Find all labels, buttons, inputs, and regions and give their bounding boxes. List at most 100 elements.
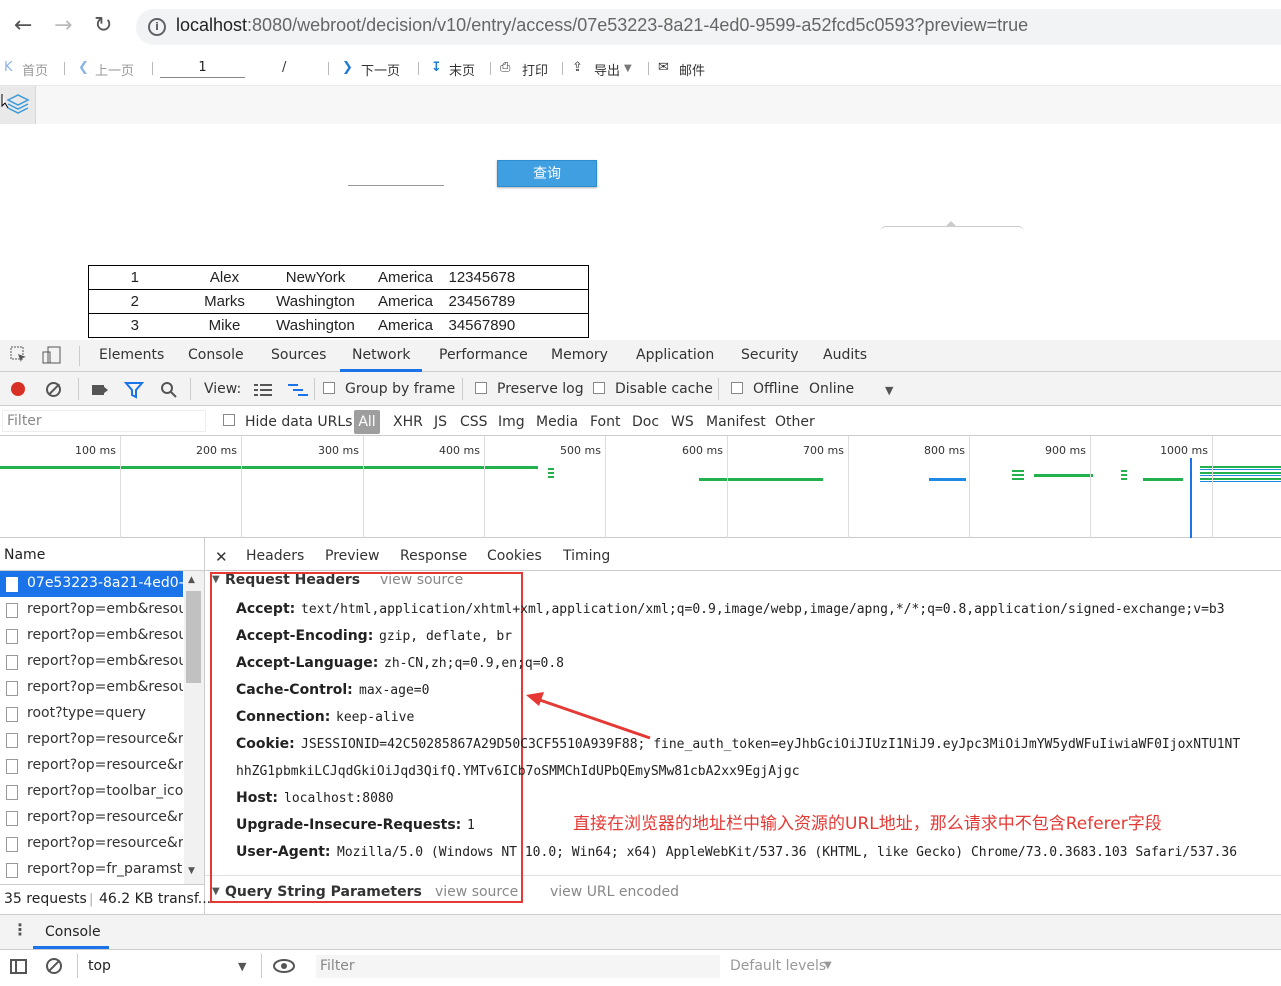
next-page-button[interactable]: 下一页 [361,60,400,79]
throttling-dropdown-icon[interactable]: ▼ [885,384,893,397]
first-page-button[interactable]: 首页 [22,60,48,79]
group-by-frame-checkbox[interactable] [323,382,335,394]
clear-console-icon[interactable] [46,958,62,974]
search-icon[interactable] [160,381,178,403]
type-filter-js[interactable]: JS [434,414,447,430]
chevron-down-icon[interactable]: ▼ [624,63,632,74]
request-row[interactable]: report?op=resource&re [0,805,183,831]
request-row[interactable]: report?op=emb&resou [0,649,183,675]
close-icon[interactable]: ✕ [215,548,228,566]
log-levels-select[interactable]: Default levels [730,958,826,974]
waterfall-icon[interactable] [288,383,308,401]
offline-checkbox[interactable] [731,382,743,394]
request-row[interactable]: report?op=fr_paramstp [0,857,183,883]
request-row[interactable]: report?op=resource&re [0,727,183,753]
context-dropdown-icon[interactable]: ▼ [238,960,246,973]
mail-button[interactable]: 邮件 [679,60,705,79]
type-filter-xhr[interactable]: XHR [393,414,423,430]
view-url-encoded-link[interactable]: view URL encoded [550,884,679,900]
type-filter-media[interactable]: Media [536,414,578,430]
site-info-icon[interactable]: i [148,18,166,36]
page-number-input[interactable]: 1 [160,58,245,78]
layers-button[interactable] [0,86,36,124]
table-cell: Washington [268,289,363,314]
parameter-input[interactable] [348,185,444,186]
tab-network[interactable]: Network [352,347,410,363]
query-button[interactable]: 查询 [497,160,597,187]
request-row[interactable]: report?op=emb&resou [0,623,183,649]
type-filter-manifest[interactable]: Manifest [706,414,766,430]
request-row[interactable]: report?op=emb&resou [0,675,183,701]
console-filter-input[interactable]: Filter [316,955,720,978]
tab-console[interactable]: Console [188,347,244,363]
type-filter-all[interactable]: All [354,410,380,434]
type-filter-img[interactable]: Img [498,414,525,430]
disable-cache-checkbox[interactable] [593,382,605,394]
context-select[interactable]: top [88,958,111,974]
request-row[interactable]: report?op=emb&resou [0,597,183,623]
first-page-icon[interactable]: K [4,60,13,75]
detail-tab-cookies[interactable]: Cookies [487,548,542,564]
next-page-icon[interactable]: ❯ [342,60,353,75]
detail-tab-response[interactable]: Response [400,548,467,564]
device-toolbar-icon[interactable] [42,346,62,368]
scroll-up-icon[interactable]: ▲ [188,575,195,585]
hide-data-urls-checkbox[interactable] [223,414,235,426]
last-page-icon[interactable]: ↧ [431,60,442,75]
preserve-log-checkbox[interactable] [475,382,487,394]
request-row[interactable]: report?op=resource&re [0,753,183,779]
prev-page-icon[interactable]: ❮ [78,60,89,75]
scrollbar-thumb[interactable] [186,591,201,683]
eye-icon[interactable] [273,959,295,977]
name-column-header[interactable]: Name [0,538,205,571]
more-options-icon[interactable]: ⋮ [12,920,28,939]
clear-icon[interactable] [46,382,61,397]
last-page-button[interactable]: 末页 [449,60,475,79]
table-row: 1 Alex NewYork America 12345678 [88,265,589,290]
filter-input[interactable]: Filter [2,410,206,432]
type-filter-font[interactable]: Font [590,414,620,430]
throttling-select[interactable]: Online [809,381,854,397]
forward-icon[interactable]: → [54,0,72,52]
tab-performance[interactable]: Performance [439,347,528,363]
detail-tab-preview[interactable]: Preview [325,548,380,564]
type-filter-css[interactable]: CSS [460,414,488,430]
back-icon[interactable]: ← [14,0,32,52]
prev-page-button[interactable]: 上一页 [95,60,134,79]
type-filter-doc[interactable]: Doc [632,414,659,430]
collapse-handle[interactable] [880,221,1024,234]
timeline-gridline [1090,436,1091,538]
type-filter-other[interactable]: Other [775,414,815,430]
mail-icon[interactable]: ✉ [658,60,669,75]
tab-sources[interactable]: Sources [271,347,326,363]
filter-icon[interactable] [123,381,145,403]
address-bar[interactable]: i localhost:8080/webroot/decision/v10/en… [136,9,1281,45]
detail-tab-timing[interactable]: Timing [563,548,610,564]
timeline-gridline [605,436,606,538]
export-icon[interactable]: ⇪ [572,60,583,75]
tab-audits[interactable]: Audits [823,347,867,363]
printer-icon[interactable]: ⎙ [500,60,510,75]
print-button[interactable]: 打印 [522,60,548,79]
record-icon[interactable] [11,382,25,396]
inspect-element-icon[interactable] [10,346,28,368]
tab-security[interactable]: Security [741,347,799,363]
detail-tab-headers[interactable]: Headers [246,548,304,564]
scroll-down-icon[interactable]: ▼ [188,866,195,876]
request-name: 07e53223-8a21-4ed0-9 [27,575,183,591]
camera-icon[interactable] [92,385,108,395]
log-levels-dropdown-icon[interactable]: ▼ [824,960,832,971]
request-row[interactable]: report?op=toolbar_icor [0,779,183,805]
tab-elements[interactable]: Elements [99,347,164,363]
tab-application[interactable]: Application [636,347,714,363]
export-button[interactable]: 导出 [594,60,620,79]
reload-icon[interactable]: ↻ [94,0,112,52]
large-rows-icon[interactable] [254,383,272,401]
sidebar-toggle-icon[interactable] [10,959,27,974]
tab-memory[interactable]: Memory [551,347,608,363]
request-row[interactable]: root?type=query [0,701,183,727]
request-row[interactable]: 07e53223-8a21-4ed0-9 [0,571,183,597]
type-filter-ws[interactable]: WS [671,414,694,430]
console-tab[interactable]: Console [45,924,101,940]
request-row[interactable]: report?op=resource&re [0,831,183,857]
